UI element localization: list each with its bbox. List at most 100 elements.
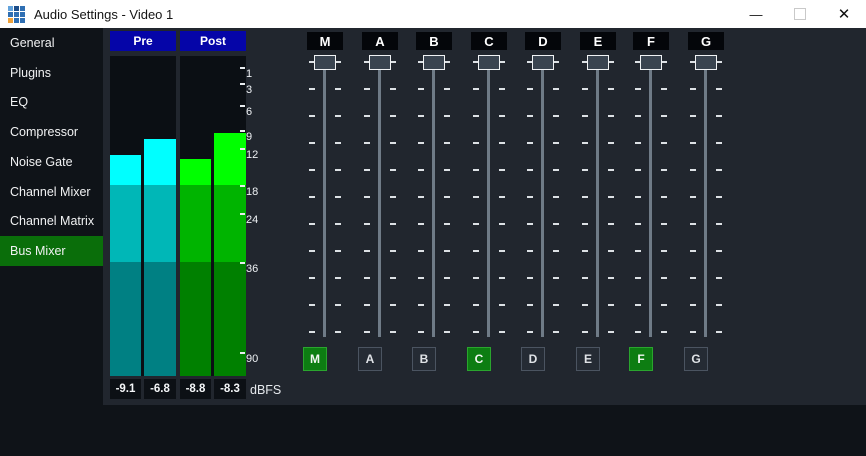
scale-tick bbox=[240, 83, 245, 85]
bus-button-c[interactable]: C bbox=[467, 347, 491, 371]
bus-button-f[interactable]: F bbox=[629, 347, 653, 371]
fader-tick bbox=[635, 169, 641, 171]
dbfs-unit-label: dBFS bbox=[250, 383, 281, 397]
fader-tick bbox=[473, 196, 479, 198]
bus-button-m[interactable]: M bbox=[303, 347, 327, 371]
fader-handle-b[interactable] bbox=[423, 55, 445, 70]
bus-button-d[interactable]: D bbox=[521, 347, 545, 371]
scale-tick bbox=[240, 185, 245, 187]
fader-handle-e[interactable] bbox=[587, 55, 609, 70]
fader-tick bbox=[418, 196, 424, 198]
fader-tick bbox=[364, 250, 370, 252]
fader-handle-a[interactable] bbox=[369, 55, 391, 70]
fader-tick bbox=[716, 115, 722, 117]
fader-handle-d[interactable] bbox=[532, 55, 554, 70]
fader-tick bbox=[444, 88, 450, 90]
sidebar-item-compressor[interactable]: Compressor bbox=[0, 117, 103, 147]
meter-value-pre-1: -6.8 bbox=[144, 379, 176, 399]
fader-track-m bbox=[323, 62, 326, 337]
scale-label: 36 bbox=[246, 264, 258, 275]
fader-tick bbox=[309, 169, 315, 171]
fader-tick bbox=[335, 196, 341, 198]
fader-tick bbox=[690, 331, 696, 333]
fader-tick bbox=[390, 304, 396, 306]
bus-button-e[interactable]: E bbox=[576, 347, 600, 371]
fader-tick bbox=[608, 304, 614, 306]
sidebar-item-eq[interactable]: EQ bbox=[0, 87, 103, 117]
fader-tick bbox=[582, 250, 588, 252]
bus-button-g[interactable]: G bbox=[684, 347, 708, 371]
bus-button-a[interactable]: A bbox=[358, 347, 382, 371]
fader-track-a bbox=[378, 62, 381, 337]
fader-track-c bbox=[487, 62, 490, 337]
fader-tick bbox=[690, 304, 696, 306]
fader-tick bbox=[582, 304, 588, 306]
fader-tick bbox=[473, 304, 479, 306]
sidebar-item-plugins[interactable]: Plugins bbox=[0, 58, 103, 88]
fader-tick bbox=[527, 196, 533, 198]
fader-tick bbox=[661, 142, 667, 144]
fader-tick bbox=[635, 196, 641, 198]
fader-tick bbox=[608, 169, 614, 171]
scale-tick bbox=[240, 67, 245, 69]
meter-value-pre-0: -9.1 bbox=[110, 379, 141, 399]
scale-tick bbox=[240, 105, 245, 107]
sidebar: GeneralPluginsEQCompressorNoise GateChan… bbox=[0, 28, 103, 405]
fader-tick bbox=[473, 250, 479, 252]
fader-tick bbox=[335, 169, 341, 171]
fader-tick bbox=[335, 304, 341, 306]
fader-handle-g[interactable] bbox=[695, 55, 717, 70]
sidebar-item-channel-matrix[interactable]: Channel Matrix bbox=[0, 206, 103, 236]
fader-tick bbox=[716, 169, 722, 171]
fader-track-g bbox=[704, 62, 707, 337]
meter-value-post-1: -8.3 bbox=[214, 379, 246, 399]
meter-value-post-0: -8.8 bbox=[180, 379, 211, 399]
fader-tick bbox=[309, 88, 315, 90]
fader-tick bbox=[608, 115, 614, 117]
fader-tick bbox=[444, 223, 450, 225]
fader-tick bbox=[309, 304, 315, 306]
fader-tick bbox=[553, 331, 559, 333]
scale-tick bbox=[240, 130, 245, 132]
fader-tick bbox=[390, 115, 396, 117]
fader-tick bbox=[309, 331, 315, 333]
fader-tick bbox=[418, 88, 424, 90]
fader-tick bbox=[499, 304, 505, 306]
fader-tick bbox=[499, 331, 505, 333]
fader-tick bbox=[661, 277, 667, 279]
fader-handle-f[interactable] bbox=[640, 55, 662, 70]
fader-tick bbox=[635, 88, 641, 90]
sidebar-item-bus-mixer[interactable]: Bus Mixer bbox=[0, 236, 103, 266]
fader-tick bbox=[390, 250, 396, 252]
fader-tick bbox=[473, 88, 479, 90]
fader-tick bbox=[335, 223, 341, 225]
bus-button-b[interactable]: B bbox=[412, 347, 436, 371]
fader-tick bbox=[635, 142, 641, 144]
fader-tick bbox=[499, 277, 505, 279]
close-icon[interactable]: ✕ bbox=[822, 0, 866, 28]
bus-label-f: F bbox=[633, 32, 669, 50]
fader-tick bbox=[661, 223, 667, 225]
fader-tick bbox=[608, 223, 614, 225]
sidebar-item-noise-gate[interactable]: Noise Gate bbox=[0, 147, 103, 177]
fader-handle-c[interactable] bbox=[478, 55, 500, 70]
fader-tick bbox=[418, 142, 424, 144]
fader-tick bbox=[418, 277, 424, 279]
fader-handle-m[interactable] bbox=[314, 55, 336, 70]
fader-tick bbox=[635, 331, 641, 333]
fader-tick bbox=[364, 115, 370, 117]
window-controls: — ✕ bbox=[734, 0, 866, 28]
fader-tick bbox=[608, 277, 614, 279]
bus-label-g: G bbox=[688, 32, 724, 50]
fader-tick bbox=[473, 331, 479, 333]
minimize-icon[interactable]: — bbox=[734, 0, 778, 28]
sidebar-item-general[interactable]: General bbox=[0, 28, 103, 58]
fader-tick bbox=[444, 115, 450, 117]
fader-tick bbox=[444, 250, 450, 252]
footer-bar: ✓ Visible in Mixer Solo PFL Close bbox=[0, 405, 866, 456]
fader-tick bbox=[553, 304, 559, 306]
audio-settings-dialog: Audio Settings - Video 1 — ✕ GeneralPlug… bbox=[0, 0, 866, 456]
sidebar-item-channel-mixer[interactable]: Channel Mixer bbox=[0, 177, 103, 207]
fader-tick bbox=[364, 277, 370, 279]
scale-label: 9 bbox=[246, 132, 252, 143]
